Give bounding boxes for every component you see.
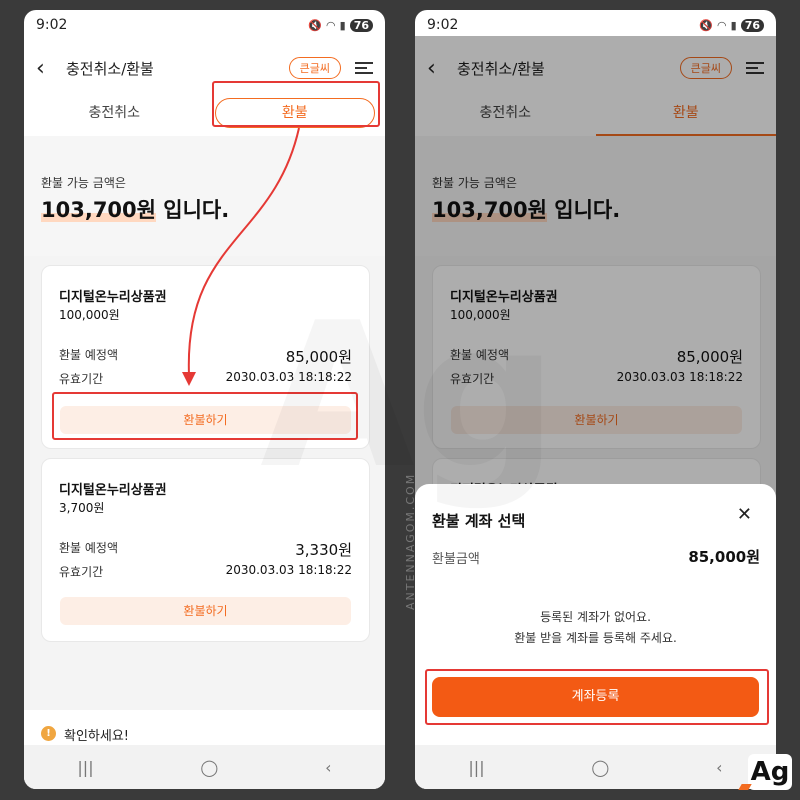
home-icon[interactable]: ◯ xyxy=(591,758,609,777)
phone-screen-left: 9:02 🔇 ◠ ▮ 76 ‹ 충전취소/환불 큰글씨 충전취소 환불 환불 가… xyxy=(24,10,385,789)
sheet-amount-label: 환불금액 xyxy=(432,552,480,567)
sheet-amount: 85,000원 xyxy=(688,548,760,566)
status-time: 9:02 xyxy=(427,17,459,33)
arrow-annotation xyxy=(182,127,300,386)
android-nav-bar: ||| ◯ ‹ xyxy=(415,745,776,789)
close-icon[interactable]: ✕ xyxy=(737,504,752,525)
bottom-sheet: 환불 계좌 선택 ✕ 환불금액 85,000원 등록된 계좌가 없어요. 환불 … xyxy=(415,484,776,789)
phone-screen-right: 9:02 🔇 ◠ ▮ 76 ‹ 충전취소/환불 큰글씨 충전취소 환불 환불 가… xyxy=(415,10,776,789)
sheet-message-2: 환불 받을 계좌를 등록해 주세요. xyxy=(514,631,677,645)
mute-icon: 🔇 xyxy=(699,18,714,32)
recent-apps-icon[interactable]: ||| xyxy=(468,758,484,777)
brand-logo: Ag xyxy=(738,754,792,790)
battery-badge: 76 xyxy=(740,18,764,32)
sheet-title: 환불 계좌 선택 xyxy=(432,512,526,530)
sheet-message-1: 등록된 계좌가 없어요. xyxy=(540,610,651,624)
highlight-box-register-button xyxy=(425,669,769,725)
nav-back-icon[interactable]: ‹ xyxy=(716,758,722,777)
signal-icon: ▮ xyxy=(730,18,737,32)
site-watermark: ANTENNAGOM.COM xyxy=(404,472,417,610)
wifi-icon: ◠ xyxy=(717,18,727,32)
brand-logo-text: Ag xyxy=(750,757,790,787)
